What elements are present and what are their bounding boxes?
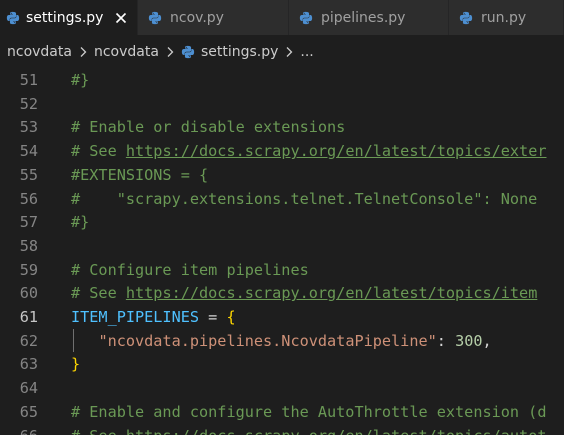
code-token: , xyxy=(482,331,492,350)
code-token: = xyxy=(199,308,227,326)
code-link[interactable]: https://docs.scrapy.org/en/latest/topics… xyxy=(126,284,537,302)
code-text: # See https://docs.scrapy.org/en/latest/… xyxy=(71,284,537,302)
line-number: 52 xyxy=(19,94,38,113)
line-number: 65 xyxy=(19,402,38,421)
chevron-right-icon xyxy=(282,45,296,59)
tab-pipelines-py[interactable]: pipelines.py xyxy=(289,0,449,35)
code-line[interactable]: 57 #} xyxy=(0,210,564,234)
line-number: 58 xyxy=(19,236,38,255)
line-number: 62 xyxy=(19,331,38,350)
code-line[interactable]: 56 # "scrapy.extensions.telnet.TelnetCons… xyxy=(0,187,564,211)
line-number: 56 xyxy=(19,189,38,208)
code-token: #} xyxy=(71,71,90,89)
tab-run-py[interactable]: run.py xyxy=(449,0,564,35)
editor-tab-bar: settings.py ncov.py pipelines.py run.py xyxy=(0,0,564,35)
tab-label: pipelines.py xyxy=(321,9,406,26)
breadcrumb-symbol[interactable]: ... xyxy=(300,44,313,60)
code-token: "ncovdata.pipelines.NcovdataPipeline" xyxy=(98,331,437,350)
line-number: 53 xyxy=(19,118,38,137)
code-text: "ncovdata.pipelines.NcovdataPipeline": 3… xyxy=(71,331,492,350)
code-text: # See https://docs.scrapy.org/en/latest/… xyxy=(71,427,546,435)
breadcrumb-subfolder[interactable]: ncovdata xyxy=(94,44,159,60)
code-link[interactable]: https://docs.scrapy.org/en/latest/topics… xyxy=(126,142,547,160)
code-editor[interactable]: 51 #} 52 53 # Enable or disable extensions 54… xyxy=(0,68,564,435)
python-file-icon xyxy=(299,11,313,24)
tab-ncov-py[interactable]: ncov.py xyxy=(138,0,289,35)
code-token: #EXTENSIONS = { xyxy=(71,165,209,184)
tab-label: settings.py xyxy=(26,9,104,26)
line-number: 64 xyxy=(19,379,38,398)
code-token: # Configure item pipelines xyxy=(71,260,309,279)
code-line[interactable]: 66 # See https://docs.scrapy.org/en/lates… xyxy=(0,424,564,435)
line-number: 57 xyxy=(19,213,38,232)
python-file-icon xyxy=(181,45,195,58)
breadcrumb-file-label: settings.py xyxy=(200,43,279,60)
code-line[interactable]: 61 ITEM_PIPELINES = { xyxy=(0,305,564,329)
code-token: # See xyxy=(71,427,126,435)
vscode-window: settings.py ncov.py pipelines.py run.py … xyxy=(0,0,564,435)
line-number: 55 xyxy=(19,165,38,184)
line-number: 66 xyxy=(0,427,38,435)
code-token: # See xyxy=(71,284,126,303)
code-link[interactable]: https://docs.scrapy.org/en/latest/topics… xyxy=(126,427,547,435)
code-token: # See xyxy=(71,142,126,161)
code-token: # Enable and configure the AutoThrottle … xyxy=(71,402,547,421)
code-line[interactable]: 59 # Configure item pipelines xyxy=(0,258,564,282)
code-text: #} xyxy=(71,71,89,89)
line-number: 63 xyxy=(19,355,38,374)
code-token: } xyxy=(71,355,81,374)
code-text: # Enable or disable extensions xyxy=(71,118,345,136)
code-line[interactable]: 55 #EXTENSIONS = { xyxy=(0,163,564,187)
code-line[interactable]: 65 # Enable and configure the AutoThrottl… xyxy=(0,400,564,424)
line-number: 60 xyxy=(19,284,38,303)
code-text: } xyxy=(71,355,80,373)
code-token: : xyxy=(436,331,456,350)
tab-settings-py[interactable]: settings.py xyxy=(0,0,138,35)
breadcrumb-folder[interactable]: ncovdata xyxy=(7,44,72,60)
chevron-right-icon xyxy=(76,45,90,59)
code-line[interactable]: 51 #} xyxy=(0,68,564,92)
code-line[interactable]: 63} xyxy=(0,352,564,376)
line-number: 59 xyxy=(19,260,38,279)
code-line[interactable]: 62 "ncovdata.pipelines.NcovdataPipeline"… xyxy=(0,329,564,353)
python-file-icon xyxy=(148,11,162,24)
code-line[interactable]: 54 # See https://docs.scrapy.org/en/lates… xyxy=(0,139,564,163)
breadcrumb-file[interactable]: settings.py xyxy=(181,44,278,60)
code-line[interactable]: 53 # Enable or disable extensions xyxy=(0,115,564,139)
code-line[interactable]: 58 xyxy=(0,234,564,258)
code-token: { xyxy=(226,308,236,326)
breadcrumb: ncovdata ncovdata settings.py ... xyxy=(0,35,564,68)
code-line[interactable]: 64 xyxy=(0,376,564,400)
code-line[interactable]: 60 # See https://docs.scrapy.org/en/lates… xyxy=(0,281,564,305)
code-text: #} xyxy=(71,213,89,231)
chevron-right-icon xyxy=(163,45,177,59)
code-text: # Configure item pipelines xyxy=(71,261,309,279)
close-icon[interactable] xyxy=(113,10,129,26)
code-token: ITEM_PIPELINES xyxy=(71,308,200,326)
line-number: 51 xyxy=(19,71,38,89)
line-number: 54 xyxy=(19,142,38,161)
code-text: # See https://docs.scrapy.org/en/latest/… xyxy=(71,142,546,160)
code-text: # "scrapy.extensions.telnet.TelnetConsol… xyxy=(71,190,537,208)
code-line[interactable]: 52 xyxy=(0,92,564,116)
python-file-icon xyxy=(459,11,473,24)
python-file-icon xyxy=(6,11,20,24)
code-text: ITEM_PIPELINES = { xyxy=(71,308,236,326)
code-token: 300 xyxy=(455,331,483,350)
code-token: # Enable or disable extensions xyxy=(71,118,346,137)
code-text: # Enable and configure the AutoThrottle … xyxy=(71,403,546,421)
code-token: # "scrapy.extensions.telnet.TelnetConsol… xyxy=(71,189,538,208)
line-number: 61 xyxy=(19,308,38,326)
code-token: #} xyxy=(71,213,90,232)
tab-label: ncov.py xyxy=(170,9,224,26)
code-text: #EXTENSIONS = { xyxy=(71,166,208,184)
tab-label: run.py xyxy=(481,9,527,26)
